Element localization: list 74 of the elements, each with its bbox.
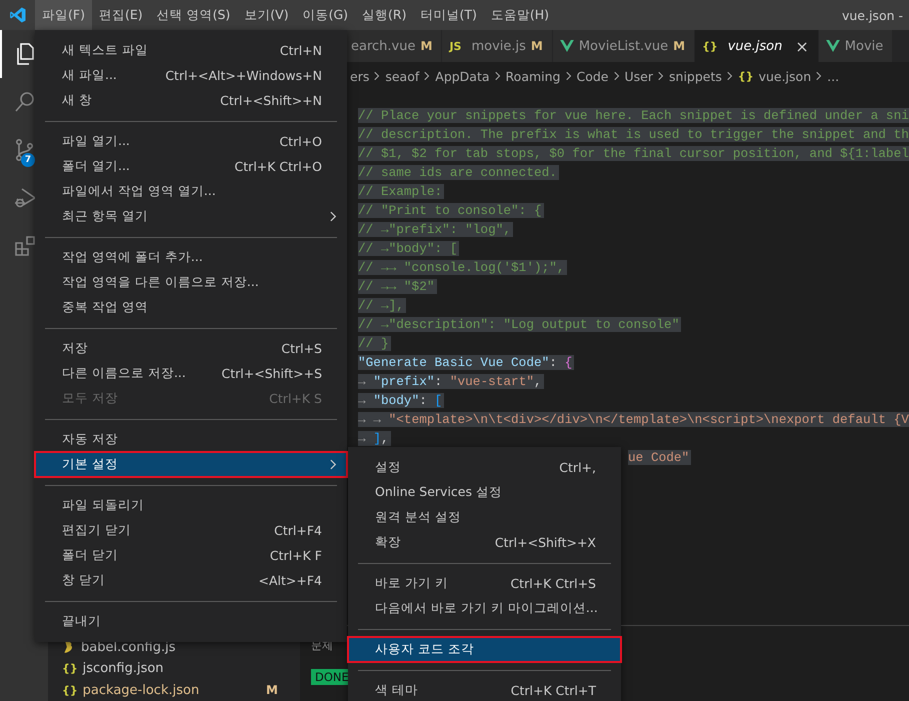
chevron-icon [614, 71, 620, 81]
menu-item[interactable]: 작업 영역을 다른 이름으로 저장... [35, 270, 347, 295]
menu-bar-item[interactable]: 선택 영역(S) [150, 0, 238, 30]
chevron-icon [494, 71, 501, 81]
chevron-icon [330, 211, 337, 222]
menu-item[interactable]: 새 파일... Ctrl+<Alt>+Windows+N [35, 63, 347, 88]
menu-item[interactable]: 창 닫기 <Alt>+F4 [35, 568, 347, 593]
file-item[interactable]: {} package-lock.json M [48, 680, 300, 701]
chevron-icon [816, 71, 822, 81]
chevron-icon [566, 71, 572, 81]
menu-bar-item[interactable]: 도움말(H) [484, 0, 556, 30]
menu-bar-item[interactable]: 실행(R) [355, 0, 414, 30]
menu-bar-item[interactable]: 터미널(T) [414, 0, 484, 30]
breadcrumb-item[interactable]: vue.json [758, 68, 812, 84]
menu-item[interactable]: 새 텍스트 파일 Ctrl+N [35, 38, 347, 63]
run-debug-icon [13, 186, 37, 210]
menu-bar-item[interactable]: 파일(F) [35, 0, 92, 30]
extensions-icon [13, 234, 37, 258]
chevron-icon [424, 71, 430, 81]
menu-item[interactable]: 새 창 Ctrl+<Shift>+N [35, 88, 347, 113]
menu-bar-item[interactable]: 이동(G) [296, 0, 356, 30]
file-type-icon: {} [738, 70, 754, 82]
menu-item[interactable]: 기본 설정 [35, 452, 347, 477]
leaf-icon [62, 640, 75, 654]
chevron-icon [658, 71, 664, 81]
breadcrumb-item[interactable]: AppData [435, 68, 490, 84]
breadcrumb-item[interactable]: ... [827, 68, 840, 84]
menu-item[interactable]: 자동 저장 [35, 427, 347, 452]
menu-item[interactable]: 편집기 닫기 Ctrl+F4 [35, 518, 347, 543]
menu-item[interactable]: 파일 되돌리기 [35, 493, 347, 518]
editor-tab[interactable]: Movie [818, 30, 894, 62]
breadcrumb-item[interactable]: snippets [669, 68, 722, 84]
editor-tab[interactable]: {} vue.json × [695, 30, 819, 62]
menu-item[interactable]: 최근 항목 열기 [35, 204, 347, 229]
breadcrumb-item[interactable]: User [624, 68, 654, 84]
menu-item[interactable]: 바로 가기 키 Ctrl+K Ctrl+S [348, 571, 621, 596]
chevron-icon [330, 459, 337, 470]
file-type-icon: {} [702, 40, 718, 52]
menu-item[interactable]: 확장 Ctrl+<Shift>+X [348, 530, 621, 555]
menu-bar-item[interactable]: 보기(V) [237, 0, 296, 30]
menu-item[interactable]: 다음에서 바로 가기 키 마이그레이션... [348, 596, 621, 621]
search-icon [13, 90, 37, 114]
menu-item[interactable]: 파일에서 작업 영역 열기... [35, 179, 347, 204]
file-type-icon: {} [62, 662, 78, 676]
file-type-icon: {} [62, 684, 78, 697]
menu-item[interactable]: 원격 분석 설정 [348, 505, 621, 530]
breadcrumb-item[interactable]: ers [350, 68, 370, 84]
window-title: vue.json - [840, 8, 903, 22]
menu-item[interactable]: Online Services 설정 [348, 480, 621, 505]
chevron-icon [374, 71, 380, 81]
close-button[interactable]: × [795, 36, 809, 56]
editor-tab[interactable]: JS movie.js M [442, 30, 553, 62]
breadcrumb-item[interactable]: Roaming [506, 68, 560, 84]
menu-item[interactable]: 사용자 코드 조각 [348, 637, 621, 662]
file-type-icon: JS [449, 40, 462, 52]
vue-file-icon [560, 40, 574, 52]
app-logo-icon [9, 6, 27, 24]
breadcrumb-item[interactable]: seaof [385, 68, 420, 84]
chevron-icon [726, 71, 733, 81]
menu-item[interactable]: 저장 Ctrl+S [35, 336, 347, 361]
menu-item[interactable]: 설정 Ctrl+, [348, 455, 621, 480]
count-badge: 7 [21, 153, 35, 167]
vue-file-icon [826, 40, 840, 52]
breadcrumb-item[interactable]: Code [576, 68, 609, 84]
file-item[interactable]: {} jsconfig.json [48, 658, 300, 680]
editor-tab[interactable]: earch.vue M [344, 30, 442, 62]
menu-item[interactable]: 폴더 닫기 Ctrl+K F [35, 543, 347, 568]
file-item[interactable]: babel.config.js [48, 636, 300, 658]
menu-item[interactable]: 다른 이름으로 저장... Ctrl+<Shift>+S [35, 361, 347, 386]
menu-bar-item[interactable]: 편집(E) [92, 0, 150, 30]
menu-item[interactable]: 중복 작업 영역 [35, 295, 347, 320]
menu-item[interactable]: 작업 영역에 폴더 추가... [35, 245, 347, 270]
menu-item[interactable]: 끝내기 [35, 609, 347, 634]
editor-tab[interactable]: MovieList.vue M [552, 30, 696, 62]
